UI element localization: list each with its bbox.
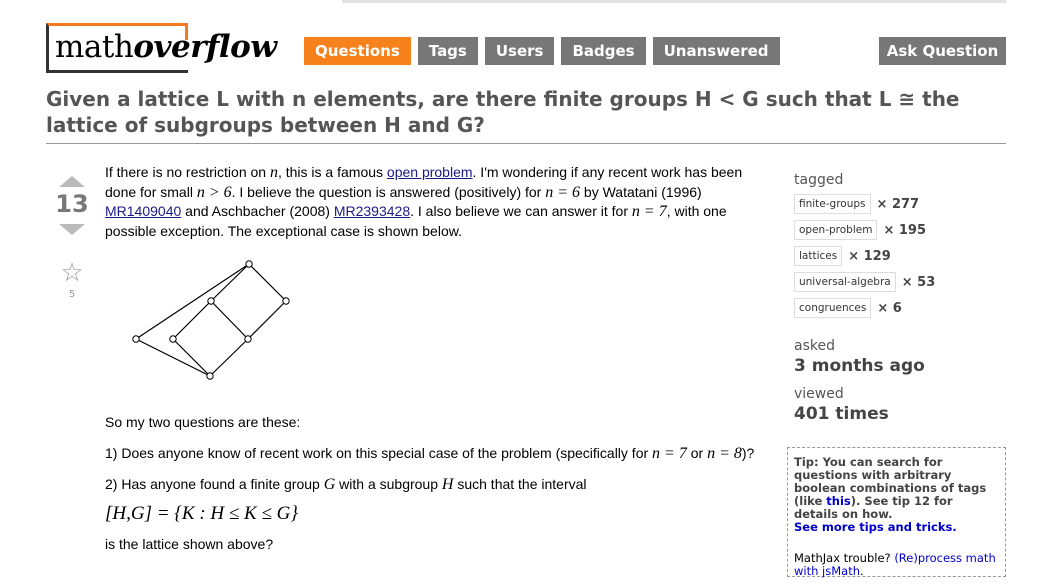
question-2-end: is the lattice shown above? bbox=[105, 536, 274, 552]
lattice-node bbox=[244, 335, 252, 343]
tip-this-link[interactable]: this bbox=[826, 494, 850, 508]
top-strip bbox=[342, 0, 1006, 3]
tag-count: × 129 bbox=[848, 248, 891, 264]
open-problem-link[interactable]: open problem bbox=[387, 164, 473, 180]
lattice-diagram bbox=[132, 260, 290, 380]
upvote-icon[interactable] bbox=[59, 176, 85, 187]
tag-row: finite-groups × 277 bbox=[794, 194, 1006, 214]
more-tips-link[interactable]: See more tips and tricks. bbox=[794, 520, 957, 534]
tag-finite-groups[interactable]: finite-groups bbox=[794, 194, 871, 214]
interval-formula: [H,G] = {K : H ≤ K ≤ G} bbox=[105, 502, 298, 524]
tag-row: universal-algebra × 53 bbox=[794, 272, 1006, 292]
nav-badges[interactable]: Badges bbox=[561, 37, 646, 65]
tag-congruences[interactable]: congruences bbox=[794, 298, 872, 318]
asked-label: asked bbox=[794, 338, 835, 354]
lattice-node bbox=[132, 335, 140, 343]
question-list: So my two questions are these: 1) Does a… bbox=[105, 413, 773, 566]
lattice-node bbox=[206, 372, 214, 380]
tag-open-problem[interactable]: open-problem bbox=[794, 220, 878, 240]
body-paragraph: If there is no restriction on n, this is… bbox=[105, 164, 743, 239]
tag-count: × 195 bbox=[883, 222, 927, 238]
intro-paragraph: So my two questions are these: bbox=[105, 414, 301, 430]
tagged-label: tagged bbox=[794, 172, 844, 188]
favorite-star-icon[interactable]: ☆ bbox=[52, 260, 92, 286]
viewed-value: 401 times bbox=[794, 404, 889, 424]
tag-count: × 6 bbox=[877, 300, 902, 316]
mr1409040-link[interactable]: MR1409040 bbox=[105, 203, 181, 219]
viewed-label: viewed bbox=[794, 386, 844, 402]
lattice-node bbox=[169, 335, 177, 343]
tag-count: × 53 bbox=[901, 274, 936, 290]
downvote-icon[interactable] bbox=[59, 224, 85, 235]
tip-box: Tip: You can search for questions with a… bbox=[787, 447, 1006, 578]
main-nav: Questions Tags Users Badges Unanswered bbox=[304, 37, 780, 65]
asked-value: 3 months ago bbox=[794, 356, 925, 376]
tip-text: Tip: You can search for questions with a… bbox=[794, 455, 987, 534]
tag-lattices[interactable]: lattices bbox=[794, 246, 843, 266]
lattice-node bbox=[245, 260, 253, 268]
logo-math: math bbox=[55, 29, 134, 65]
lattice-node bbox=[282, 297, 290, 305]
title-divider bbox=[46, 143, 1006, 144]
mr2393428-link[interactable]: MR2393428 bbox=[334, 203, 410, 219]
vote-count: 13 bbox=[55, 190, 89, 218]
tag-row: congruences × 6 bbox=[794, 298, 1006, 318]
question-2: 2) Has anyone found a finite group G wit… bbox=[105, 476, 587, 493]
question-body: If there is no restriction on n, this is… bbox=[105, 163, 773, 252]
nav-users[interactable]: Users bbox=[484, 37, 555, 65]
nav-unanswered[interactable]: Unanswered bbox=[652, 37, 780, 65]
question-1: 1) Does anyone know of recent work on th… bbox=[105, 444, 755, 462]
tag-count: × 277 bbox=[876, 196, 920, 212]
site-logo[interactable]: mathoverflow bbox=[46, 23, 296, 73]
logo-overflow: overflow bbox=[133, 29, 277, 65]
vote-cell: 13 ☆ 5 bbox=[52, 172, 92, 300]
ask-question-button[interactable]: Ask Question bbox=[879, 37, 1006, 65]
tag-universal-algebra[interactable]: universal-algebra bbox=[794, 272, 896, 292]
sidebar: tagged finite-groups × 277 open-problem × … bbox=[794, 172, 1006, 424]
question-title[interactable]: Given a lattice L with n elements, are t… bbox=[46, 86, 1008, 138]
lattice-node bbox=[207, 297, 215, 305]
mathjax-note: MathJax trouble? (Re)process math with j… bbox=[794, 551, 996, 578]
tag-row: lattices × 129 bbox=[794, 246, 1006, 266]
nav-questions[interactable]: Questions bbox=[304, 37, 411, 65]
tag-row: open-problem × 195 bbox=[794, 220, 1006, 240]
nav-tags[interactable]: Tags bbox=[417, 37, 478, 65]
favorite-count: 5 bbox=[68, 289, 76, 300]
